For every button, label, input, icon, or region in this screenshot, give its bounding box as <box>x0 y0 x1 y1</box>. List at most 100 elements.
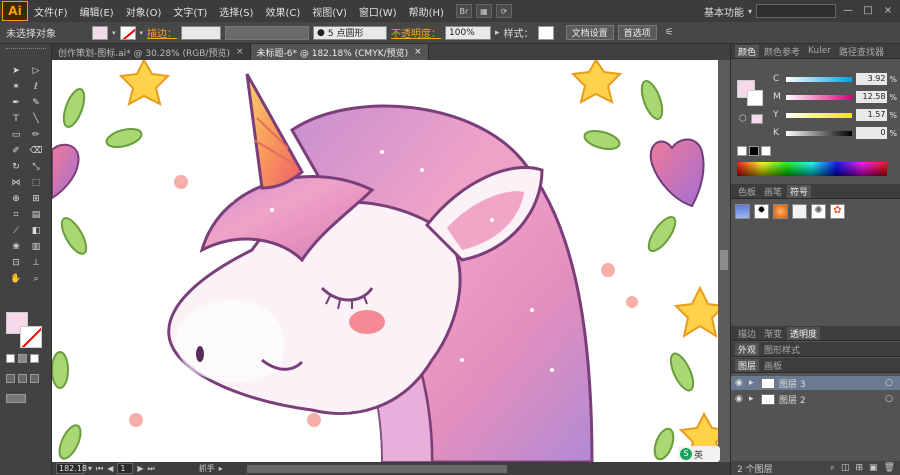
eyedropper-tool-icon[interactable]: ⟋ <box>6 224 26 238</box>
next-page-icon[interactable]: ▶ <box>137 464 143 473</box>
screen-mode-button[interactable] <box>6 394 26 403</box>
target-circle-icon[interactable]: ○ <box>885 378 893 388</box>
rotate-tool-icon[interactable]: ↻ <box>6 160 26 174</box>
slice-tool-icon[interactable]: ⟂ <box>26 256 46 270</box>
document-settings-button[interactable]: 文档设置 <box>565 25 614 40</box>
menu-item-help[interactable]: 帮助(H) <box>403 4 450 19</box>
line-tool-icon[interactable]: ╲ <box>26 112 46 126</box>
hand-tool-icon[interactable]: ✋ <box>6 272 26 286</box>
last-color-swatch[interactable] <box>751 114 763 124</box>
channel-y-input[interactable]: 1.57 <box>855 109 888 121</box>
menu-item-view[interactable]: 视图(V) <box>306 4 353 19</box>
new-sublayer-icon[interactable]: ⊞ <box>856 463 864 473</box>
menu-item-object[interactable]: 对象(O) <box>120 4 168 19</box>
tab-gradient[interactable]: 渐变 <box>761 327 785 340</box>
none-swatch[interactable] <box>737 146 747 156</box>
draw-normal-button[interactable] <box>6 374 15 383</box>
channel-y-slider[interactable] <box>786 112 852 118</box>
canvas[interactable] <box>52 60 718 462</box>
menu-item-effect[interactable]: 效果(C) <box>259 4 306 19</box>
fill-swatch[interactable] <box>92 25 108 40</box>
sync-icon[interactable]: ⟳ <box>495 4 512 18</box>
tab-kuler[interactable]: Kuler <box>805 46 834 56</box>
menu-item-file[interactable]: 文件(F) <box>28 4 74 19</box>
shape-builder-tool-icon[interactable]: ⊕ <box>6 192 26 206</box>
make-clipping-mask-icon[interactable]: ◫ <box>841 463 850 473</box>
variable-width-dropdown[interactable] <box>225 25 310 40</box>
horizontal-scroll-thumb[interactable] <box>246 464 507 473</box>
vertical-scrollbar[interactable] <box>718 60 730 462</box>
last-page-icon[interactable]: ⏭ <box>148 464 155 474</box>
selection-tool-icon[interactable]: ➤ <box>6 64 26 78</box>
layer-name[interactable]: 图层 2 <box>779 393 806 406</box>
help-search-input[interactable] <box>756 4 836 18</box>
chevron-down-icon[interactable]: ▾ <box>112 29 116 37</box>
layer-name[interactable]: 图层 3 <box>779 377 806 390</box>
perspective-grid-tool-icon[interactable]: ⊞ <box>26 192 46 206</box>
channel-c-slider[interactable] <box>786 76 852 82</box>
opacity-input[interactable]: 100% <box>445 25 492 40</box>
chevron-right-icon[interactable]: ▸ <box>749 394 757 404</box>
panel-stroke-swatch[interactable] <box>747 90 763 106</box>
free-transform-tool-icon[interactable]: ⬚ <box>26 176 46 190</box>
cube-icon[interactable]: ⬡ <box>739 114 747 124</box>
first-page-icon[interactable]: ⏮ <box>96 464 103 474</box>
color-mode-button[interactable] <box>6 354 15 363</box>
tab-transparency[interactable]: 透明度 <box>787 326 821 340</box>
draw-behind-button[interactable] <box>18 374 27 383</box>
color-spectrum[interactable] <box>737 162 887 176</box>
width-tool-icon[interactable]: ⋈ <box>6 176 26 190</box>
scale-tool-icon[interactable]: ⤡ <box>26 160 46 174</box>
zoom-input[interactable]: 182.18 <box>56 463 87 474</box>
none-mode-button[interactable] <box>30 354 39 363</box>
white-swatch[interactable] <box>761 146 771 156</box>
chevron-down-icon[interactable]: ▾ <box>140 29 144 37</box>
type-tool-icon[interactable]: T <box>6 112 26 126</box>
workspace-switcher[interactable]: 基本功能 <box>704 4 744 19</box>
input-method-indicator[interactable]: S 英 <box>678 446 720 462</box>
stroke-color-box[interactable] <box>20 326 42 348</box>
channel-k-slider[interactable] <box>786 130 852 136</box>
toolbox-grip[interactable] <box>6 48 46 54</box>
locate-object-icon[interactable]: ⌕ <box>830 463 835 473</box>
chevron-right-icon[interactable]: ▸ <box>219 464 223 473</box>
tab-swatches[interactable]: 色板 <box>735 185 759 198</box>
stroke-swatch[interactable] <box>119 25 136 40</box>
close-icon[interactable]: × <box>414 47 422 57</box>
prev-page-icon[interactable]: ◀ <box>107 464 113 473</box>
blob-brush-tool-icon[interactable]: ✐ <box>6 144 26 158</box>
graph-tool-icon[interactable]: ▥ <box>26 240 46 254</box>
chevron-down-icon[interactable]: ▾ <box>748 7 752 16</box>
symbol-flower[interactable]: ✿ <box>830 204 845 219</box>
style-swatch[interactable] <box>537 25 554 40</box>
stroke-weight-input[interactable] <box>181 25 222 40</box>
channel-m-slider[interactable] <box>786 94 852 100</box>
artboard-tool-icon[interactable]: ⊡ <box>6 256 26 270</box>
symbol-blue-banner[interactable] <box>735 204 750 219</box>
tab-stroke[interactable]: 描边 <box>735 327 759 340</box>
eraser-tool-icon[interactable]: ⌫ <box>26 144 46 158</box>
zoom-tool-icon[interactable]: ⌕ <box>26 272 46 286</box>
symbol-frame[interactable] <box>792 204 807 219</box>
menu-item-window[interactable]: 窗口(W) <box>353 4 403 19</box>
brush-dropdown[interactable]: ● 5 点圆形 <box>313 25 388 40</box>
tab-color-guide[interactable]: 颜色参考 <box>761 45 803 58</box>
stroke-link[interactable]: 描边： <box>147 25 177 40</box>
visibility-eye-icon[interactable]: ◉ <box>735 394 745 404</box>
tab-pathfinder[interactable]: 路径查找器 <box>836 45 887 58</box>
symbol-sprayer-tool-icon[interactable]: ❀ <box>6 240 26 254</box>
tab-graphic-styles[interactable]: 图形样式 <box>761 343 803 356</box>
channel-k-input[interactable]: 0 <box>855 127 888 139</box>
trash-icon[interactable]: 🗑 <box>884 463 895 473</box>
channel-c-input[interactable]: 3.92 <box>855 73 888 85</box>
channel-m-input[interactable]: 12.58 <box>855 91 888 103</box>
tab-symbols[interactable]: 符号 <box>787 184 812 198</box>
gradient-tool-icon[interactable]: ▤ <box>26 208 46 222</box>
direct-selection-tool-icon[interactable]: ▷ <box>26 64 46 78</box>
symbol-wreath[interactable]: ✺ <box>811 204 826 219</box>
draw-inside-button[interactable] <box>30 374 39 383</box>
vertical-scroll-thumb[interactable] <box>720 250 728 270</box>
menu-item-type[interactable]: 文字(T) <box>167 4 213 19</box>
menu-item-edit[interactable]: 编辑(E) <box>74 4 120 19</box>
pen-tool-icon[interactable]: ✒ <box>6 96 26 110</box>
